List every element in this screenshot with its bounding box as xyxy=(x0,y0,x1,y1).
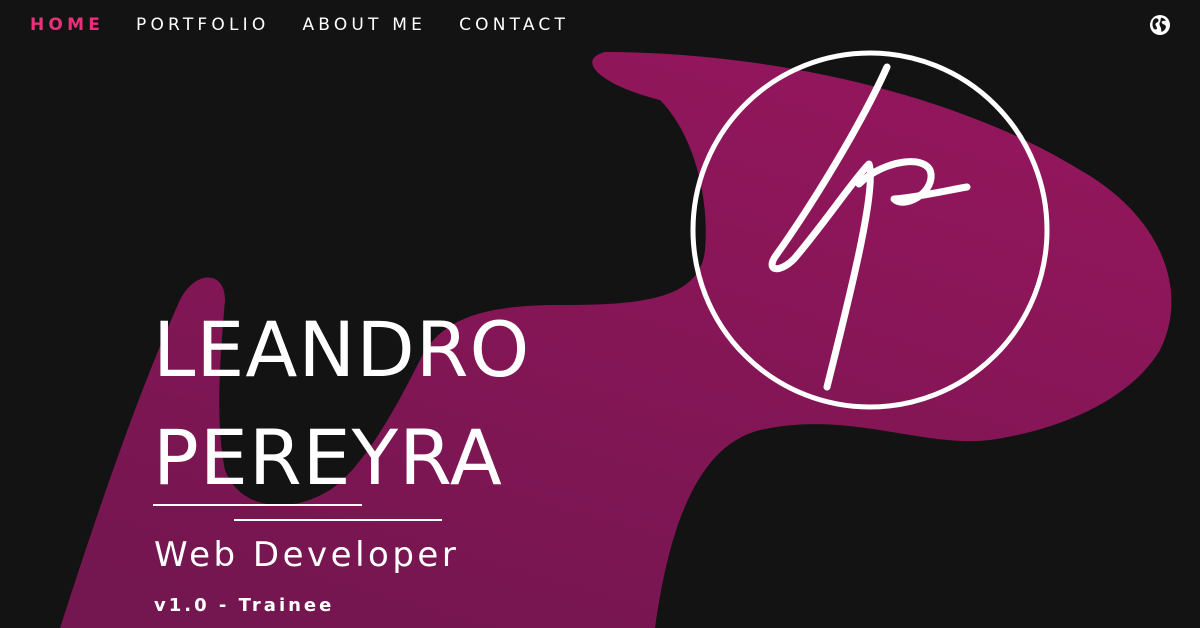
nav-item-home[interactable]: HOME xyxy=(30,14,104,36)
nav-item-about-me[interactable]: ABOUT ME xyxy=(302,14,426,36)
nav-item-portfolio[interactable]: PORTFOLIO xyxy=(136,14,269,36)
hero-role: Web Developer xyxy=(154,535,460,575)
hero-last-name: PEREYRA xyxy=(153,413,503,502)
lp-monogram-logo xyxy=(690,50,1050,410)
divider-upper xyxy=(153,504,362,506)
divider-lower xyxy=(234,519,442,521)
main-nav: HOME PORTFOLIO ABOUT ME CONTACT xyxy=(30,14,569,36)
globe-icon[interactable] xyxy=(1149,14,1171,36)
hero-first-name: LEANDRO xyxy=(153,305,531,394)
nav-item-contact[interactable]: CONTACT xyxy=(459,14,569,36)
hero-version: v1.0 - Trainee xyxy=(154,595,335,616)
hero-page: HOME PORTFOLIO ABOUT ME CONTACT LEANDRO … xyxy=(0,0,1200,628)
hero-name: LEANDRO PEREYRA xyxy=(153,296,530,512)
